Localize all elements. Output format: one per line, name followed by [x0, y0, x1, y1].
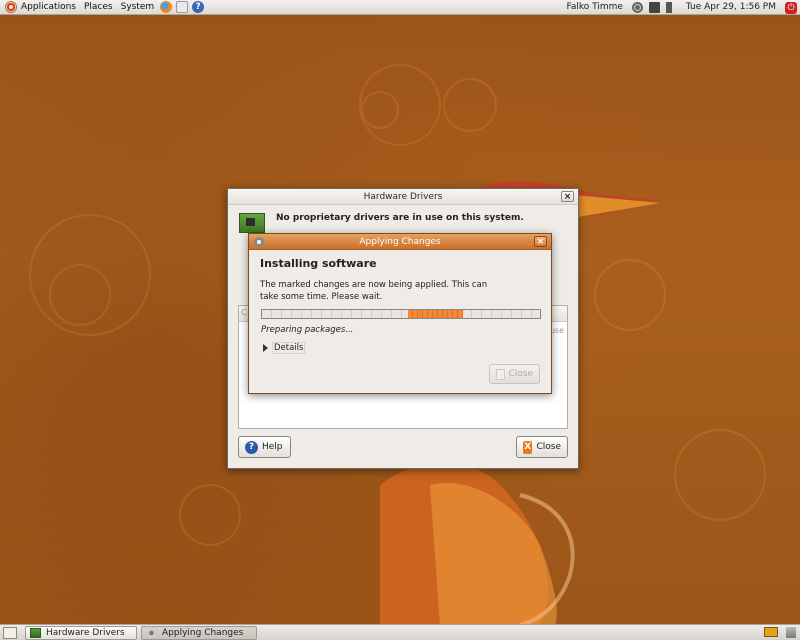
- help-button-label: Help: [262, 442, 283, 452]
- workspace-switcher-icon[interactable]: [764, 627, 778, 637]
- menu-places[interactable]: Places: [80, 0, 117, 15]
- close-button[interactable]: X Close: [516, 436, 568, 458]
- close-icon: X: [523, 440, 533, 454]
- details-label[interactable]: Details: [272, 342, 306, 354]
- panel-right: Falko Timme Tue Apr 29, 1:56 PM ⏻: [560, 0, 800, 15]
- taskbar-item-applying-changes[interactable]: Applying Changes: [141, 625, 257, 640]
- menu-system[interactable]: System: [117, 0, 159, 15]
- taskbar-item-hardware-drivers[interactable]: Hardware Drivers: [25, 625, 137, 640]
- user-name[interactable]: Falko Timme: [560, 0, 628, 15]
- bottom-panel: Hardware Drivers Applying Changes: [0, 624, 800, 640]
- help-icon: ?: [245, 440, 258, 454]
- details-expander[interactable]: Details: [263, 342, 306, 354]
- window-close-button[interactable]: ×: [534, 236, 547, 247]
- shutdown-icon[interactable]: ⏻: [785, 1, 797, 14]
- gear-icon: [146, 627, 157, 638]
- installing-heading: Installing software: [260, 257, 377, 270]
- drivers-status-message: No proprietary drivers are in use on thi…: [276, 213, 524, 223]
- window-close-button[interactable]: ×: [561, 191, 574, 202]
- close-button-disabled[interactable]: Close: [489, 364, 540, 384]
- progress-status: Preparing packages...: [261, 325, 354, 335]
- close-button-label: Close: [508, 369, 533, 379]
- applying-changes-titlebar[interactable]: Applying Changes ×: [249, 234, 551, 250]
- hardware-card-icon: [30, 627, 41, 638]
- progress-pulse: [408, 310, 463, 318]
- taskbar-label: Hardware Drivers: [46, 627, 125, 638]
- show-desktop-icon[interactable]: [3, 626, 17, 639]
- ubuntu-logo-icon[interactable]: [5, 1, 17, 13]
- menu-applications[interactable]: Applications: [17, 0, 80, 15]
- top-panel: Applications Places System ? Falko Timme…: [0, 0, 800, 15]
- network-settings-icon[interactable]: [631, 2, 643, 13]
- hardware-card-icon: [239, 213, 265, 233]
- hardware-drivers-titlebar[interactable]: Hardware Drivers ×: [228, 189, 578, 205]
- firefox-icon[interactable]: [160, 1, 173, 13]
- applying-changes-window: Applying Changes × Installing software T…: [248, 233, 552, 394]
- installing-description: The marked changes are now being applied…: [260, 280, 488, 302]
- volume-icon[interactable]: [665, 2, 677, 13]
- close-button-label: Close: [536, 442, 561, 452]
- mail-icon[interactable]: [176, 1, 189, 13]
- help-icon[interactable]: ?: [192, 1, 205, 13]
- clock[interactable]: Tue Apr 29, 1:56 PM: [680, 0, 782, 15]
- progress-bar: [261, 309, 541, 319]
- printer-icon[interactable]: [648, 2, 660, 13]
- column-header-component[interactable]: C: [241, 308, 247, 317]
- trash-icon[interactable]: [786, 627, 796, 638]
- expander-arrow-icon[interactable]: [263, 344, 268, 352]
- window-title: Hardware Drivers: [363, 192, 443, 202]
- close-icon: [496, 368, 506, 380]
- bottom-tray: [764, 627, 796, 638]
- taskbar-label: Applying Changes: [162, 627, 244, 638]
- window-title: Applying Changes: [359, 237, 441, 247]
- gear-icon: [254, 237, 264, 247]
- help-button[interactable]: ? Help: [238, 436, 291, 458]
